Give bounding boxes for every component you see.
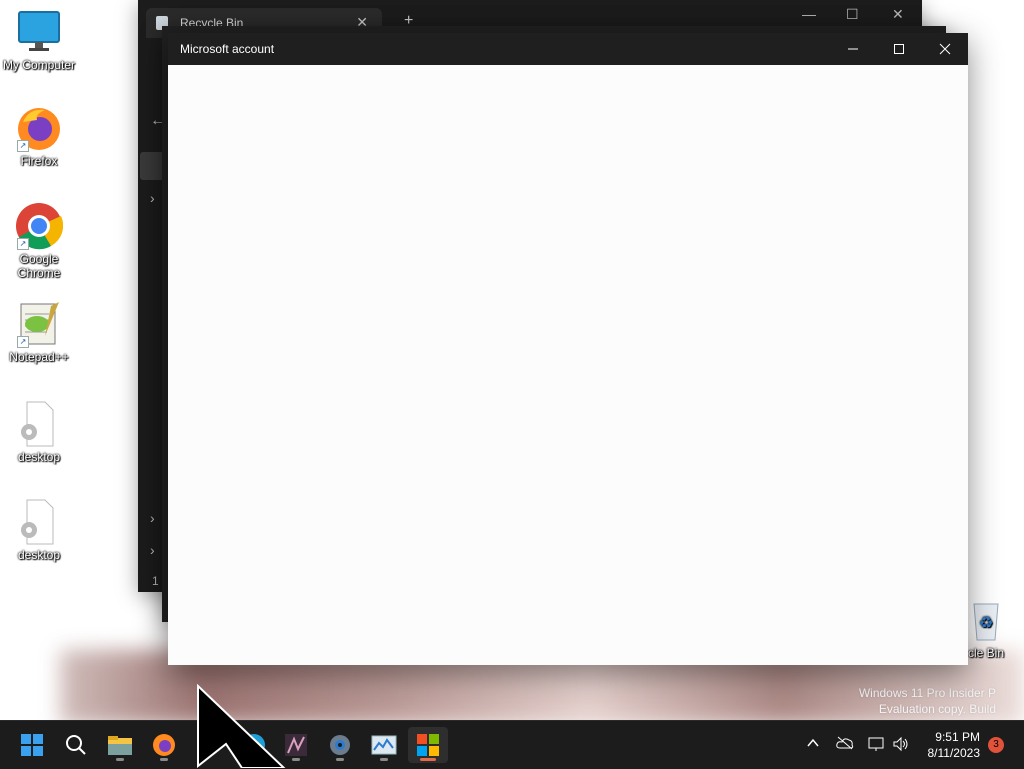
search-button[interactable] [56, 727, 96, 763]
notepadpp-icon: ↗ [15, 300, 63, 348]
taskbar-task-manager[interactable] [364, 727, 404, 763]
desktop-icon-notepadpp[interactable]: ↗ Notepad++ [1, 300, 77, 364]
close-icon[interactable]: ✕ [892, 6, 904, 23]
desktop-icon-label: My Computer [2, 58, 76, 72]
taskbar-settings[interactable] [320, 727, 360, 763]
minimize-button[interactable] [830, 33, 876, 65]
dialog-title: Microsoft account [180, 42, 275, 56]
desktop-icon-label: desktop [17, 450, 61, 464]
desktop-icon-label: desktop [17, 548, 61, 562]
cloud-offline-icon [836, 736, 854, 750]
taskbar-clock[interactable]: 9:51 PM 8/11/2023 [928, 729, 981, 761]
running-indicator [116, 758, 124, 761]
chevron-right-icon[interactable]: › [150, 510, 155, 526]
maximize-icon [894, 44, 904, 54]
clock-date: 8/11/2023 [927, 746, 981, 760]
microsoft-store-icon [417, 734, 439, 756]
task-manager-icon [371, 735, 397, 755]
monitor-icon [15, 8, 63, 56]
firefox-icon: ↗ [15, 104, 63, 152]
close-button[interactable] [922, 33, 968, 65]
desktop-icon-chrome[interactable]: ↗ Google Chrome [1, 202, 77, 280]
desktop-icon-label: Firefox [20, 154, 58, 168]
taskbar-microsoft-store[interactable] [408, 727, 448, 763]
image-app-icon [285, 734, 307, 756]
speaker-icon [893, 736, 908, 752]
network-icon [868, 737, 884, 751]
microsoft-account-dialog[interactable]: Microsoft account [168, 33, 968, 665]
minimize-icon [848, 48, 858, 50]
dialog-titlebar[interactable]: Microsoft account [168, 33, 968, 65]
desktop-icon-label: Google Chrome [17, 252, 61, 280]
maximize-button[interactable] [876, 33, 922, 65]
taskbar: 9:51 PM 8/11/2023 3 [0, 720, 1024, 769]
recycle-bin-icon: ♻ [962, 596, 1010, 644]
desktop-icon-firefox[interactable]: ↗ Firefox [1, 104, 77, 168]
running-indicator [336, 758, 344, 761]
clock-time: 9:51 PM [935, 730, 980, 744]
taskbar-firefox[interactable] [144, 727, 184, 763]
maximize-icon[interactable]: ☐ [846, 6, 859, 23]
chrome-icon: ↗ [15, 202, 64, 250]
minimize-icon[interactable]: — [802, 6, 816, 22]
notification-badge[interactable]: 3 [988, 737, 1004, 753]
shortcut-arrow-icon: ↗ [17, 336, 29, 348]
onedrive-button[interactable] [836, 736, 854, 753]
close-icon [939, 43, 951, 55]
desktop-icon-desktop-ini-1[interactable]: desktop [1, 400, 77, 464]
shortcut-arrow-icon: ↗ [17, 140, 29, 152]
settings-file-icon [15, 498, 63, 546]
running-indicator [420, 758, 436, 761]
file-explorer-icon [108, 736, 132, 755]
shortcut-arrow-icon: ↗ [17, 238, 29, 250]
desktop-icon-my-computer[interactable]: My Computer [1, 8, 77, 72]
volume-button[interactable] [892, 736, 910, 755]
show-hidden-icons-button[interactable] [806, 736, 820, 753]
search-icon [66, 735, 86, 755]
settings-file-icon [15, 400, 63, 448]
firefox-icon [153, 734, 175, 756]
desktop-icon-label: Notepad++ [9, 350, 69, 364]
running-indicator [292, 758, 300, 761]
running-indicator [380, 758, 388, 761]
start-icon [21, 734, 43, 756]
network-button[interactable] [868, 736, 886, 755]
mouse-cursor-icon [197, 684, 286, 768]
chevron-right-icon[interactable]: › [150, 190, 155, 206]
nav-pane-selected[interactable] [140, 152, 164, 180]
watermark-line2: Evaluation copy. Build [878, 702, 996, 716]
chevron-right-icon[interactable]: › [150, 542, 155, 558]
svg-text:♻: ♻ [979, 613, 993, 632]
taskbar-file-explorer[interactable] [100, 727, 140, 763]
start-button[interactable] [12, 727, 52, 763]
watermark-line1: Windows 11 Pro Insider P [858, 686, 996, 700]
dialog-content [168, 65, 968, 665]
running-indicator [160, 758, 168, 761]
settings-icon [330, 735, 350, 755]
chevron-up-icon [807, 738, 819, 747]
desktop-icon-desktop-ini-2[interactable]: desktop [1, 498, 77, 562]
